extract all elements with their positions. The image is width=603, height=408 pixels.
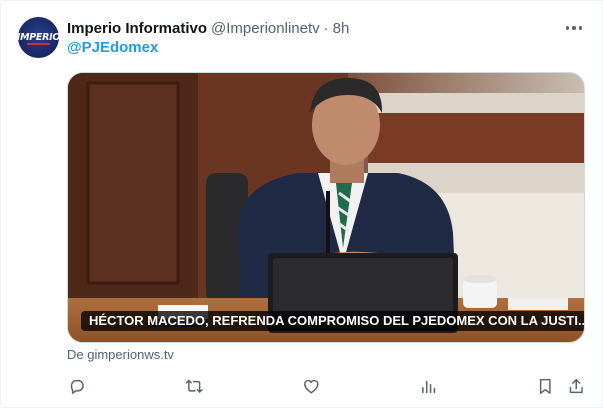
tweet-card[interactable]: IMPERIO Imperio Informativo @Imperionlin… [0,0,603,408]
action-bar [1,373,603,401]
retweet-icon[interactable] [183,375,205,397]
avatar-logo-text: IMPERIO [18,32,59,43]
link-source[interactable]: De gimperionws.tv [67,347,174,362]
reply-icon[interactable] [66,375,88,397]
more-options-icon[interactable] [561,17,587,39]
display-name[interactable]: Imperio Informativo [67,20,207,37]
news-photo [68,73,584,342]
like-icon[interactable] [300,375,322,397]
tweet-header: Imperio Informativo @Imperionlinetv · 8h [67,17,349,39]
separator-dot: · [323,19,329,37]
bookmark-icon[interactable] [534,375,556,397]
user-handle[interactable]: @Imperionlinetv [211,20,320,37]
media-card-image[interactable]: HÉCTOR MACEDO, REFRENDA COMPROMISO DEL P… [67,72,585,343]
media-caption: HÉCTOR MACEDO, REFRENDA COMPROMISO DEL P… [81,311,584,331]
profile-avatar[interactable]: IMPERIO [18,17,59,58]
avatar-logo-bar [27,43,50,45]
mention-link[interactable]: @PJEdomex [67,39,158,56]
share-icon[interactable] [565,375,587,397]
views-icon[interactable] [417,375,439,397]
timestamp[interactable]: 8h [333,20,350,37]
